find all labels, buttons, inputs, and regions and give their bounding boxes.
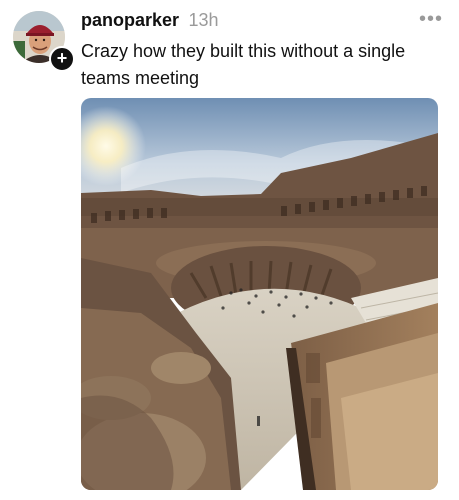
more-options-icon[interactable]: ••• <box>419 8 443 31</box>
follow-plus-icon[interactable]: + <box>49 46 75 72</box>
post-image[interactable] <box>81 98 438 490</box>
post-text: Crazy how they built this without a sing… <box>81 41 406 88</box>
timestamp[interactable]: 13h <box>189 10 219 30</box>
avatar-container[interactable]: + <box>13 11 75 72</box>
username[interactable]: panoparker <box>81 10 179 30</box>
post-header: panoparker 13h ••• <box>81 8 443 32</box>
